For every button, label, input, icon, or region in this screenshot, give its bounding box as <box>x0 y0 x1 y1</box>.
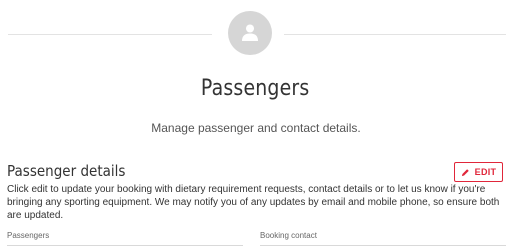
booking-contact-field[interactable] <box>260 245 506 246</box>
user-icon <box>242 24 258 41</box>
pencil-icon <box>461 168 469 176</box>
hero-divider-right <box>284 34 506 35</box>
page-subtitle: Manage passenger and contact details. <box>151 121 361 135</box>
section-description: Click edit to update your booking with d… <box>7 184 500 221</box>
avatar <box>228 11 272 55</box>
hero-divider-left <box>8 34 212 35</box>
page-title: Passengers <box>200 76 310 101</box>
edit-button-label: EDIT <box>474 167 497 177</box>
passengers-field[interactable] <box>7 245 243 246</box>
passengers-label: Passengers <box>7 231 50 240</box>
section-title: Passenger details <box>7 162 126 180</box>
edit-button[interactable]: EDIT <box>454 162 503 182</box>
booking-contact-label: Booking contact <box>260 231 317 240</box>
